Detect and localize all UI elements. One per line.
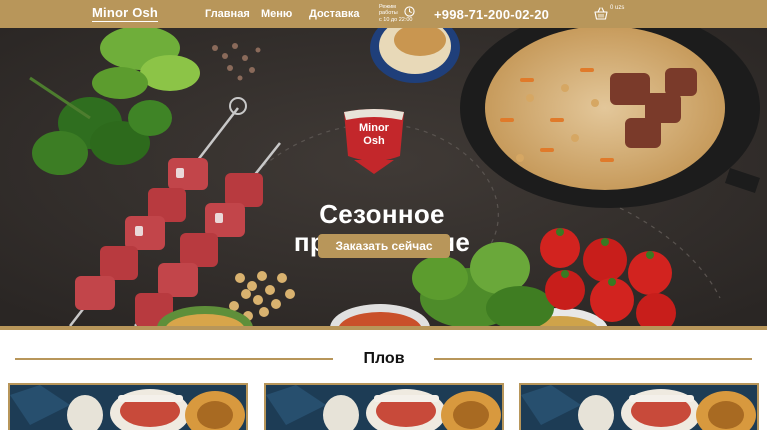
order-now-button[interactable]: Заказать сейчас xyxy=(318,234,450,258)
product-card[interactable] xyxy=(264,383,504,430)
hero-banner: Minor Osh Сезонное предложение Заказать … xyxy=(0,28,767,326)
product-image xyxy=(266,385,502,430)
basket-icon xyxy=(594,7,608,20)
section-title: Плов xyxy=(363,350,405,367)
phone-number[interactable]: +998-71-200-02-20 xyxy=(434,7,549,22)
product-card[interactable] xyxy=(8,383,248,430)
hero-logo-badge: Minor Osh xyxy=(340,108,408,178)
nav-link-home[interactable]: Главная xyxy=(205,8,250,21)
product-image xyxy=(521,385,757,430)
hours-line: с 10 до 22:00 xyxy=(379,16,413,23)
nav-link-menu[interactable]: Меню xyxy=(261,8,292,21)
nav-link-delivery[interactable]: Доставка xyxy=(309,8,360,21)
product-card[interactable] xyxy=(519,383,759,430)
section-divider-right xyxy=(434,358,752,360)
page: Minor Osh Главная Меню Доставка Режим ра… xyxy=(0,0,767,430)
hero-title-line-1: Сезонное xyxy=(319,199,445,229)
badge-line-1: Minor xyxy=(359,122,389,134)
badge-line-2: Osh xyxy=(363,135,385,147)
header: Minor Osh Главная Меню Доставка Режим ра… xyxy=(0,0,767,28)
cart-button[interactable]: 0 uzs xyxy=(594,4,634,24)
hero-bottom-divider xyxy=(0,326,767,330)
clock-icon xyxy=(404,6,415,17)
product-image xyxy=(10,385,246,430)
cart-total: 0 uzs xyxy=(610,5,625,11)
logo[interactable]: Minor Osh xyxy=(92,5,159,22)
section-divider-left xyxy=(15,358,333,360)
